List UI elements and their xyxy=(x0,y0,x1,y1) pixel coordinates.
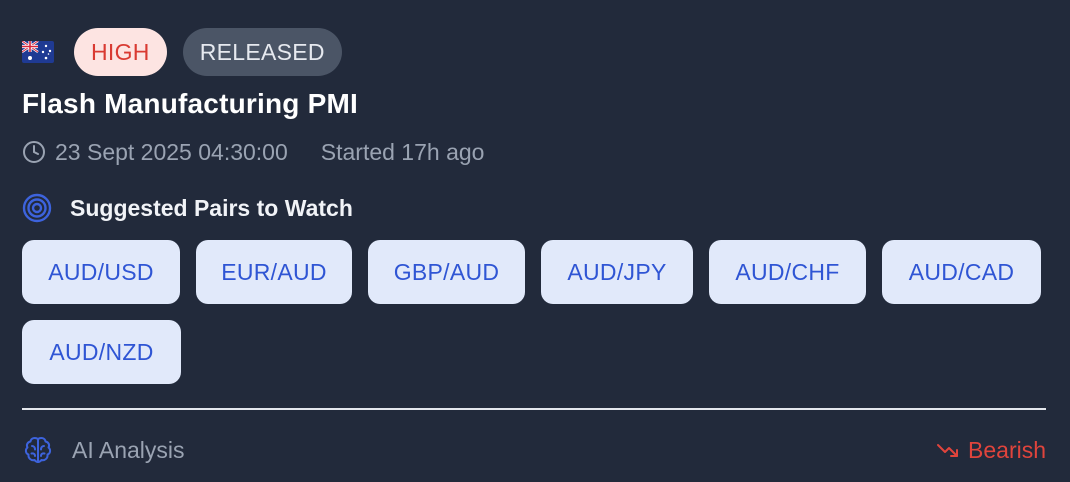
australia-flag-icon xyxy=(22,41,54,63)
suggested-pairs-heading: Suggested Pairs to Watch xyxy=(22,192,353,224)
impact-badge: HIGH xyxy=(74,28,167,76)
pair-chip-aud-jpy[interactable]: AUD/JPY xyxy=(541,240,693,304)
event-meta: 23 Sept 2025 04:30:00 Started 17h ago xyxy=(22,137,484,167)
pair-chip-gbp-aud[interactable]: GBP/AUD xyxy=(368,240,525,304)
trending-down-icon xyxy=(937,444,959,457)
sentiment-label: Bearish xyxy=(968,436,1046,463)
pair-chip-aud-nzd[interactable]: AUD/NZD xyxy=(22,320,181,384)
pairs-list: AUD/USD EUR/AUD GBP/AUD AUD/JPY AUD/CHF … xyxy=(22,240,1052,384)
pair-chip-aud-chf[interactable]: AUD/CHF xyxy=(709,240,866,304)
sentiment-indicator: Bearish xyxy=(936,433,1046,467)
clock-icon xyxy=(23,141,45,163)
pair-chip-eur-aud[interactable]: EUR/AUD xyxy=(196,240,352,304)
pair-chip-aud-cad[interactable]: AUD/CAD xyxy=(882,240,1041,304)
ai-analysis-toggle[interactable]: AI Analysis xyxy=(22,433,185,467)
divider xyxy=(22,408,1046,410)
target-icon xyxy=(22,193,52,223)
badge-row: HIGH RELEASED xyxy=(22,28,358,76)
suggested-pairs-label: Suggested Pairs to Watch xyxy=(70,194,353,221)
ai-analysis-label: AI Analysis xyxy=(72,436,185,463)
pair-chip-aud-usd[interactable]: AUD/USD xyxy=(22,240,180,304)
status-badge: RELEASED xyxy=(182,28,342,76)
event-started: Started 17h ago xyxy=(320,138,485,165)
event-title: Flash Manufacturing PMI xyxy=(22,88,358,119)
event-datetime: 23 Sept 2025 04:30:00 xyxy=(55,138,288,165)
event-card: HIGH RELEASED Flash Manufacturing PMI 23… xyxy=(0,0,1070,482)
brain-icon xyxy=(24,436,52,463)
